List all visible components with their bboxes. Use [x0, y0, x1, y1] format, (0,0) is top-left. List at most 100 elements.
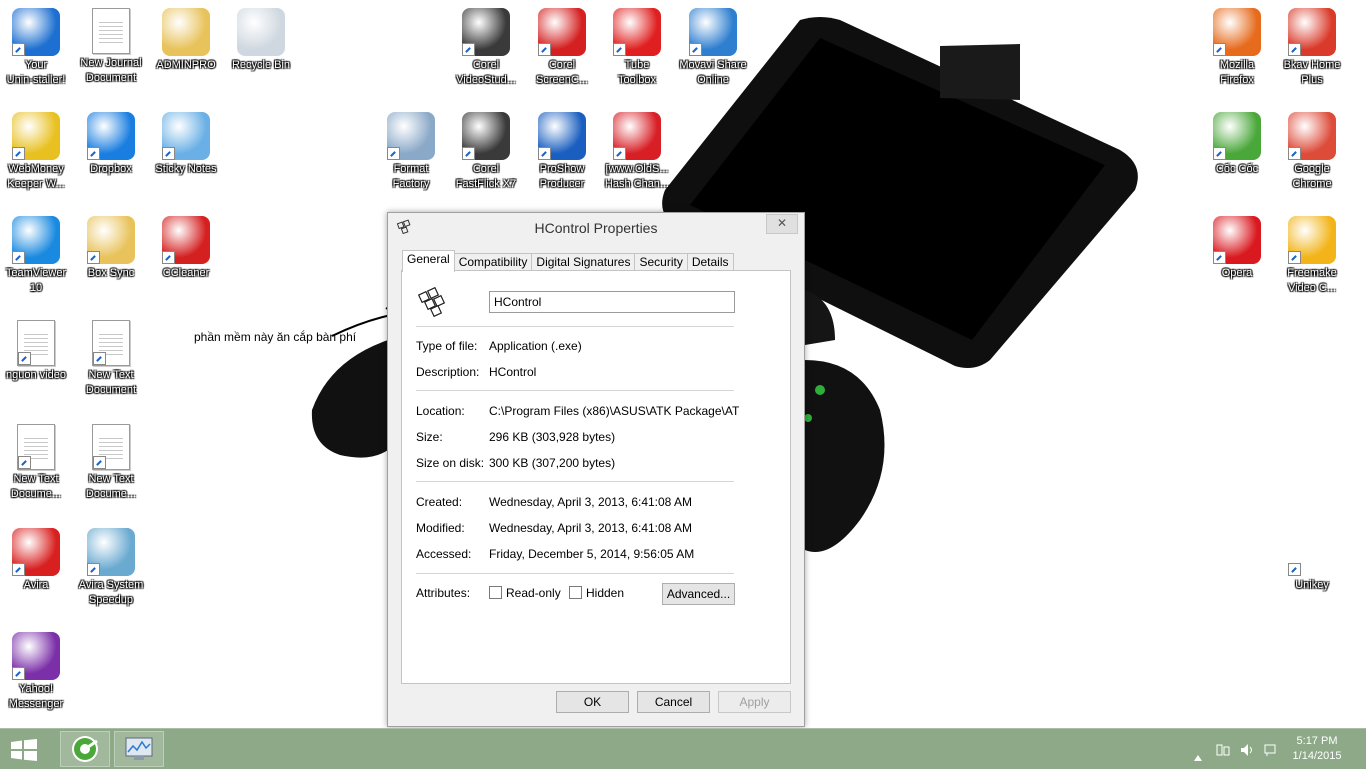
- desktop-icon-nguon-video[interactable]: nguon video: [0, 320, 72, 383]
- shortcut-arrow-icon: [93, 352, 106, 365]
- separator: [416, 481, 734, 482]
- type-label: Type of file:: [416, 339, 478, 353]
- properties-dialog: HControl Properties ✕ General Compatibil…: [387, 212, 805, 727]
- desktop-icon-label: Corel VideoStud...: [456, 59, 516, 86]
- desktop-icon-tube-toolbox[interactable]: Tube Toolbox: [601, 8, 673, 88]
- file-name-input[interactable]: HControl: [489, 291, 735, 313]
- shortcut-arrow-icon: [12, 667, 25, 680]
- desktop-icon-unikey[interactable]: Unikey: [1276, 528, 1348, 593]
- yahoo-messenger-icon: [12, 632, 60, 680]
- mozilla-firefox-icon: [1213, 8, 1261, 56]
- desktop-icon-new-text-document-2[interactable]: New Text Docume...: [0, 424, 72, 502]
- desktop-icon-label: Avira System Speedup: [78, 579, 144, 606]
- shortcut-arrow-icon: [12, 563, 25, 576]
- shortcut-arrow-icon: [462, 43, 475, 56]
- desktop-icon-label: Avira: [23, 579, 49, 591]
- apply-button[interactable]: Apply: [718, 691, 791, 713]
- freemake-video-icon: [1288, 216, 1336, 264]
- separator: [416, 390, 734, 391]
- desktop-icon-box-sync[interactable]: Box Sync: [75, 216, 147, 281]
- close-button[interactable]: ✕: [766, 214, 798, 234]
- desktop-icon-proshow-producer[interactable]: ProShow Producer: [526, 112, 598, 192]
- shortcut-arrow-icon: [1288, 43, 1301, 56]
- format-factory-icon: [387, 112, 435, 160]
- desktop-icon-corel-videostudio[interactable]: Corel VideoStud...: [450, 8, 522, 88]
- desktop-icon-new-journal-document[interactable]: New Journal Document: [75, 8, 147, 86]
- desktop-icon-corel-fastflick[interactable]: Corel FastFlick X7: [450, 112, 522, 192]
- desktop-icon-label: New Text Docume...: [10, 473, 62, 500]
- volume-icon[interactable]: [1240, 742, 1254, 756]
- shortcut-arrow-icon: [87, 147, 100, 160]
- readonly-label[interactable]: Read-only: [506, 586, 561, 600]
- desktop-icon-bkav-home-plus[interactable]: Bkav Home Plus: [1276, 8, 1348, 88]
- desktop-icon-ccleaner[interactable]: CCleaner: [150, 216, 222, 281]
- desktop-icon-yahoo-messenger[interactable]: Yahoo! Messenger: [0, 632, 72, 712]
- tab-general[interactable]: General: [402, 250, 455, 272]
- description-value: HControl: [489, 365, 537, 379]
- desktop-icon-label: ADMINPRO: [156, 59, 216, 71]
- shortcut-arrow-icon: [1288, 563, 1301, 576]
- desktop-icon-label: Movavi Share Online: [679, 59, 747, 86]
- desktop-icon-coc-coc[interactable]: Cốc Cốc: [1201, 112, 1273, 177]
- desktop-icon-opera[interactable]: Opera: [1201, 216, 1273, 281]
- desktop-icon-label: TeamViewer 10: [5, 267, 67, 294]
- desktop-icon-dropbox[interactable]: Dropbox: [75, 112, 147, 177]
- desktop-icon-mozilla-firefox[interactable]: Mozilla Firefox: [1201, 8, 1273, 88]
- shortcut-arrow-icon: [538, 43, 551, 56]
- hidden-label[interactable]: Hidden: [586, 586, 624, 600]
- show-hidden-icons-icon[interactable]: [1194, 746, 1202, 761]
- desktop-icon-new-text-document-3[interactable]: New Text Docume...: [75, 424, 147, 502]
- desktop-icon-webmoney-keeper[interactable]: WebMoney Keeper W...: [0, 112, 72, 192]
- shortcut-arrow-icon: [538, 147, 551, 160]
- readonly-checkbox[interactable]: [489, 586, 502, 599]
- desktop-icon-freemake-video[interactable]: Freemake Video C...: [1276, 216, 1348, 296]
- ok-button[interactable]: OK: [556, 691, 629, 713]
- desktop-icon-adminpro-folder[interactable]: ADMINPRO: [150, 8, 222, 73]
- desktop-icon-label: Cốc Cốc: [1215, 163, 1259, 175]
- system-clock[interactable]: 5:17 PM 1/14/2015: [1282, 734, 1352, 764]
- taskbar-coccoc-button[interactable]: [60, 731, 110, 767]
- desktop-icon-your-uninstaller[interactable]: Your Unin-staller!: [0, 8, 72, 88]
- desktop-icon-sticky-notes[interactable]: Sticky Notes: [150, 112, 222, 177]
- size-label: Size:: [416, 430, 443, 444]
- shortcut-arrow-icon: [12, 251, 25, 264]
- taskbar-perfmon-button[interactable]: [114, 731, 164, 767]
- hidden-checkbox[interactable]: [569, 586, 582, 599]
- size-value: 296 KB (303,928 bytes): [489, 430, 616, 444]
- adminpro-folder-icon: [162, 8, 210, 56]
- corel-screencap-icon: [538, 8, 586, 56]
- shortcut-arrow-icon: [12, 147, 25, 160]
- desktop-icon-label: Bkav Home Plus: [1283, 59, 1341, 86]
- coc-coc-icon: [72, 736, 98, 762]
- desktop-icon-avira[interactable]: Avira: [0, 528, 72, 593]
- corel-fastflick-icon: [462, 112, 510, 160]
- desktop-icon-format-factory[interactable]: Format Factory: [375, 112, 447, 192]
- hcontrol-file-icon: [417, 286, 446, 318]
- desktop-icon-label: New Text Document: [85, 369, 137, 396]
- desktop-icon-corel-screencap[interactable]: Corel ScreenC...: [526, 8, 598, 88]
- shortcut-arrow-icon: [1213, 251, 1226, 264]
- desktop-icon-recycle-bin[interactable]: Recycle Bin: [225, 8, 297, 73]
- dialog-titlebar[interactable]: HControl Properties ✕: [388, 213, 804, 243]
- description-label: Description:: [416, 365, 480, 379]
- cancel-button[interactable]: Cancel: [637, 691, 710, 713]
- windows-start-icon[interactable]: [10, 739, 38, 761]
- desktop-icon-avira-system-speedup[interactable]: Avira System Speedup: [75, 528, 147, 608]
- dropbox-icon: [87, 112, 135, 160]
- location-value[interactable]: C:\Program Files (x86)\ASUS\ATK Package\…: [489, 404, 739, 418]
- desktop-icon-label: Corel ScreenC...: [536, 59, 588, 86]
- desktop-icon-google-chrome[interactable]: Google Chrome: [1276, 112, 1348, 192]
- shortcut-arrow-icon: [162, 251, 175, 264]
- desktop-icon-movavi-share-online[interactable]: Movavi Share Online: [677, 8, 749, 88]
- desktop-icon-teamviewer[interactable]: TeamViewer 10: [0, 216, 72, 296]
- desktop-icon-new-text-document[interactable]: New Text Document: [75, 320, 147, 398]
- size-on-disk-label: Size on disk:: [416, 456, 485, 470]
- desktop-icon-oldsoft-hash-changer[interactable]: [www.OldS... Hash Chan...: [601, 112, 673, 192]
- unikey-icon: [1288, 528, 1336, 576]
- network-icon[interactable]: [1216, 742, 1230, 756]
- dialog-title: HControl Properties: [534, 220, 658, 236]
- webmoney-keeper-icon: [12, 112, 60, 160]
- bkav-home-plus-icon: [1288, 8, 1336, 56]
- action-center-flag-icon[interactable]: [1264, 742, 1278, 756]
- advanced-button[interactable]: Advanced...: [662, 583, 735, 605]
